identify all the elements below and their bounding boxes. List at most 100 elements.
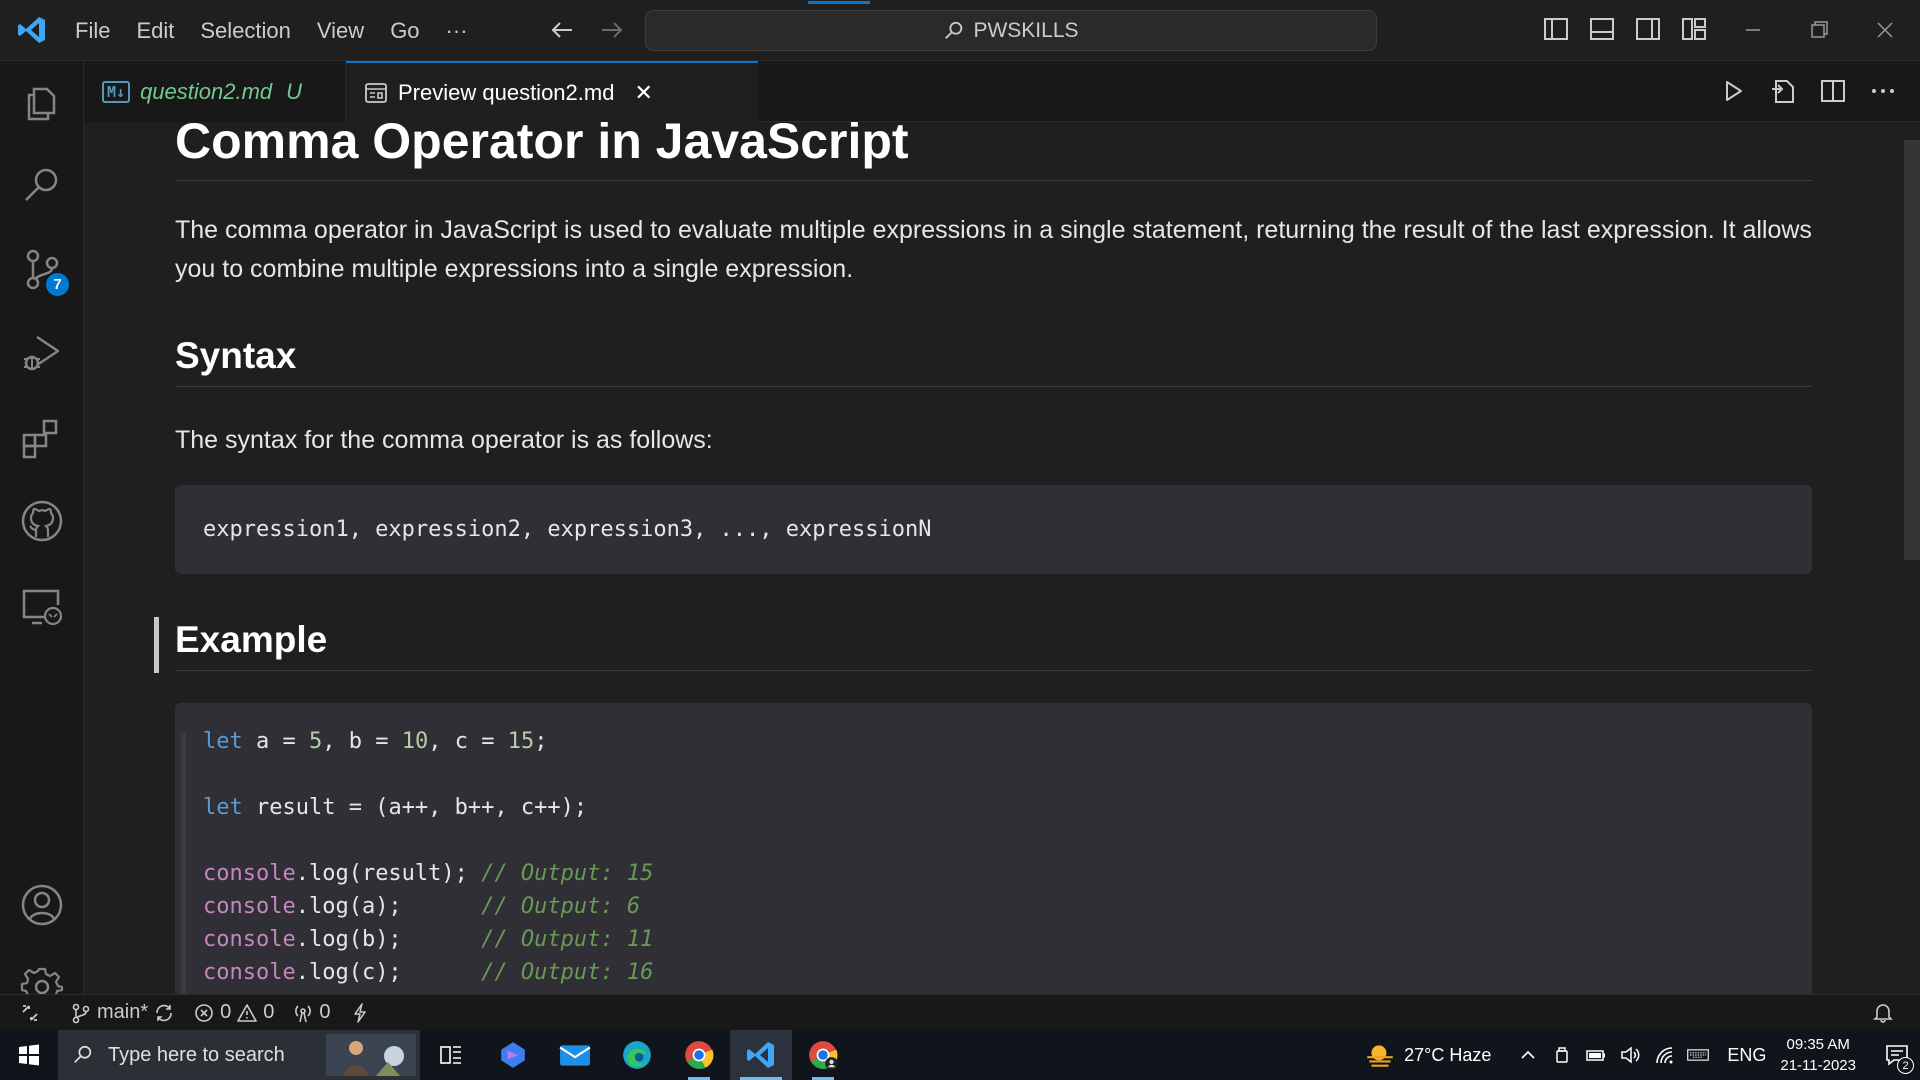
progress-indicator: [808, 1, 870, 4]
search-icon: [74, 1045, 92, 1063]
clock[interactable]: 09:35 AM 21-11-2023: [1780, 1034, 1856, 1076]
close-tab-icon[interactable]: ✕: [634, 80, 652, 106]
run-and-debug-button[interactable]: [20, 331, 64, 375]
markdown-icon: M↓: [102, 80, 131, 103]
command-center-search[interactable]: PWSKILLS: [645, 1, 1377, 51]
syntax-paragraph: The syntax for the comma operator is as …: [175, 426, 713, 454]
wifi-icon[interactable]: [1653, 1044, 1675, 1066]
title-bar: File Edit Selection View Go ··· PWSKILLS: [0, 0, 1920, 61]
ports-status[interactable]: 0: [292, 1001, 331, 1024]
vertical-scrollbar[interactable]: [1904, 140, 1920, 560]
menu-more[interactable]: ···: [433, 18, 481, 44]
menu-file[interactable]: File: [62, 18, 123, 44]
clock-time: 09:35 AM: [1786, 1036, 1850, 1053]
status-bar: main* 0 0 0: [0, 994, 1920, 1030]
show-hidden-icons-chevron-icon[interactable]: [1517, 1044, 1539, 1066]
start-button[interactable]: [0, 1030, 58, 1080]
source-control-button[interactable]: 7: [20, 247, 71, 298]
notifications-bell-icon[interactable]: [1872, 1001, 1894, 1023]
code-line: let a = 5, b = 10, c = 15;: [203, 729, 548, 754]
back-arrow-icon[interactable]: [548, 16, 576, 44]
close-window-icon[interactable]: [1867, 12, 1903, 48]
clock-date: 21-11-2023: [1780, 1057, 1856, 1074]
toggle-primary-sidebar-icon[interactable]: [1542, 15, 1570, 43]
lightning-status[interactable]: [349, 1002, 371, 1024]
taskbar-app-chrome-profile[interactable]: [792, 1030, 854, 1080]
haze-weather-icon: [1367, 1045, 1393, 1067]
customize-layout-icon[interactable]: [1680, 15, 1708, 43]
search-highlight-image: [326, 1034, 416, 1076]
forward-arrow-icon[interactable]: [598, 16, 626, 44]
taskbar-app-copilot[interactable]: [482, 1030, 544, 1080]
task-view-button[interactable]: [420, 1030, 482, 1080]
explorer-button[interactable]: [20, 79, 64, 123]
syntax-heading: Syntax: [175, 330, 1812, 387]
split-editor-icon[interactable]: [1818, 76, 1848, 106]
tab-label: Preview question2.md: [398, 80, 615, 105]
taskbar-search[interactable]: Type here to search: [58, 1030, 420, 1080]
toggle-secondary-sidebar-icon[interactable]: [1634, 15, 1662, 43]
branch-status[interactable]: main*: [70, 1001, 175, 1024]
branch-name: main*: [97, 1001, 149, 1023]
toggle-panel-icon[interactable]: [1588, 15, 1616, 43]
weather-widget[interactable]: 27°C Haze: [1364, 1042, 1491, 1068]
windows-logo-icon: [19, 1044, 39, 1066]
keyboard-icon[interactable]: [1687, 1044, 1710, 1066]
edge-browser-icon: [623, 1041, 651, 1069]
warning-icon: [237, 1003, 258, 1022]
vscode-logo-icon[interactable]: [16, 14, 48, 46]
taskbar-app-edge[interactable]: [606, 1030, 668, 1080]
tab-question2-md[interactable]: M↓ question2.md U: [84, 61, 346, 122]
search-icon: [25, 168, 58, 201]
usb-device-icon[interactable]: [1551, 1044, 1573, 1066]
code-line: console.log(a); // Output: 6: [203, 894, 641, 919]
problems-status[interactable]: 0 0: [193, 1001, 274, 1024]
account-icon: [21, 884, 63, 926]
remote-indicator[interactable]: [0, 995, 60, 1031]
tab-label: question2.md: [140, 78, 273, 104]
menu-view[interactable]: View: [304, 18, 377, 44]
open-source-icon[interactable]: [1768, 76, 1798, 106]
menu-selection[interactable]: Selection: [187, 18, 304, 44]
changes-count-badge: 7: [44, 271, 71, 298]
restore-icon[interactable]: [1801, 12, 1837, 48]
accounts-button[interactable]: [20, 883, 64, 927]
battery-icon[interactable]: [1585, 1044, 1607, 1066]
ports-count: 0: [319, 1001, 331, 1023]
volume-icon[interactable]: [1619, 1044, 1641, 1066]
syntax-code-block: expression1, expression2, expression3, .…: [175, 485, 1812, 574]
extensions-icon: [22, 419, 58, 459]
error-count: 0: [220, 1001, 232, 1023]
code-gutter-bar: [181, 733, 186, 994]
taskbar-app-chrome[interactable]: [668, 1030, 730, 1080]
search-placeholder: Type here to search: [108, 1043, 285, 1066]
action-center-button[interactable]: 2: [1874, 1030, 1920, 1080]
weather-text: 27°C Haze: [1404, 1044, 1492, 1065]
tab-preview-question2-md[interactable]: Preview question2.md ✕: [346, 61, 758, 123]
windows-taskbar: Type here to search 27°C Haze ENG 09:35 …: [0, 1030, 1920, 1080]
markdown-preview[interactable]: Comma Operator in JavaScript The comma o…: [84, 122, 1904, 994]
search-icon: [945, 21, 963, 39]
intro-paragraph: The comma operator in JavaScript is used…: [175, 216, 1812, 283]
run-icon[interactable]: [1718, 76, 1748, 106]
broadcast-icon: [295, 1004, 312, 1022]
menu-edit[interactable]: Edit: [123, 18, 187, 44]
github-button[interactable]: [20, 499, 64, 543]
code-line: console.log(c); // Output: 16: [203, 960, 654, 985]
extensions-button[interactable]: [20, 415, 64, 459]
preview-icon: [365, 83, 387, 103]
github-icon: [21, 500, 63, 542]
taskbar-app-mail[interactable]: [544, 1030, 606, 1080]
more-actions-icon[interactable]: [1868, 76, 1898, 106]
input-language[interactable]: ENG: [1727, 1045, 1766, 1066]
minimize-icon[interactable]: [1735, 12, 1771, 48]
files-icon: [27, 87, 56, 121]
error-icon: [195, 1003, 213, 1022]
menu-go[interactable]: Go: [377, 18, 432, 44]
chrome-browser-icon: [685, 1041, 714, 1070]
remote-explorer-button[interactable]: [20, 583, 64, 627]
taskbar-app-vscode[interactable]: [730, 1030, 792, 1080]
workspace-name: PWSKILLS: [973, 18, 1079, 42]
sync-icon[interactable]: [153, 1002, 175, 1024]
search-button[interactable]: [20, 163, 64, 207]
